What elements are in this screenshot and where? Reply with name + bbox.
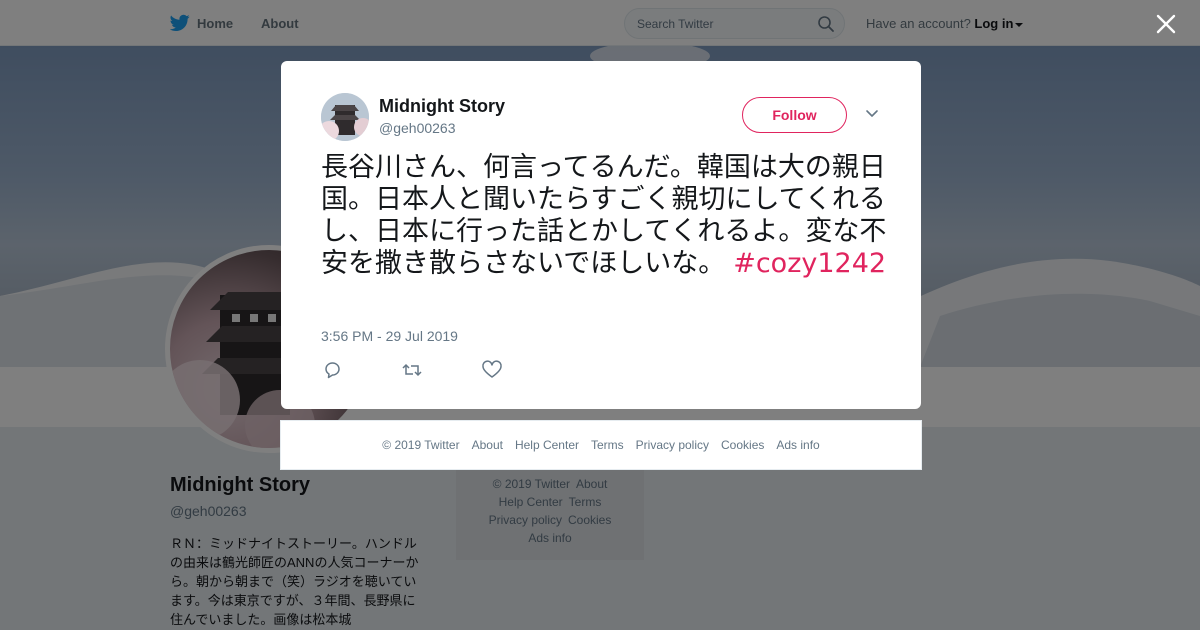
tweet-text: 長谷川さん、何言ってるんだ。韓国は大の親日国。日本人と聞いたらすごく親切にしてく… bbox=[321, 152, 891, 280]
footer-copyright: © 2019 Twitter bbox=[382, 438, 460, 452]
close-icon[interactable] bbox=[1156, 14, 1176, 34]
footer-privacy-link[interactable]: Privacy policy bbox=[636, 438, 709, 452]
follow-button[interactable]: Follow bbox=[742, 97, 847, 133]
footer-terms-link[interactable]: Terms bbox=[591, 438, 624, 452]
tweet-timestamp[interactable]: 3:56 PM - 29 Jul 2019 bbox=[321, 328, 458, 344]
modal-footer: © 2019 Twitter About Help Center Terms P… bbox=[280, 420, 922, 470]
heart-icon[interactable] bbox=[481, 360, 503, 380]
tweet-author-name[interactable]: Midnight Story bbox=[379, 96, 505, 117]
retweet-icon[interactable] bbox=[401, 360, 423, 380]
tweet-author-avatar[interactable] bbox=[321, 93, 369, 141]
tweet-modal: Midnight Story @geh00263 Follow 長谷川さん、何言… bbox=[281, 61, 921, 409]
footer-help-center-link[interactable]: Help Center bbox=[515, 438, 579, 452]
footer-cookies-link[interactable]: Cookies bbox=[721, 438, 764, 452]
tweet-author-handle[interactable]: @geh00263 bbox=[379, 120, 456, 136]
footer-about-link[interactable]: About bbox=[472, 438, 503, 452]
reply-icon[interactable] bbox=[322, 360, 344, 380]
chevron-down-icon[interactable] bbox=[865, 109, 879, 119]
footer-ads-info-link[interactable]: Ads info bbox=[776, 438, 819, 452]
tweet-hashtag-link[interactable]: #cozy1242 bbox=[733, 248, 886, 279]
